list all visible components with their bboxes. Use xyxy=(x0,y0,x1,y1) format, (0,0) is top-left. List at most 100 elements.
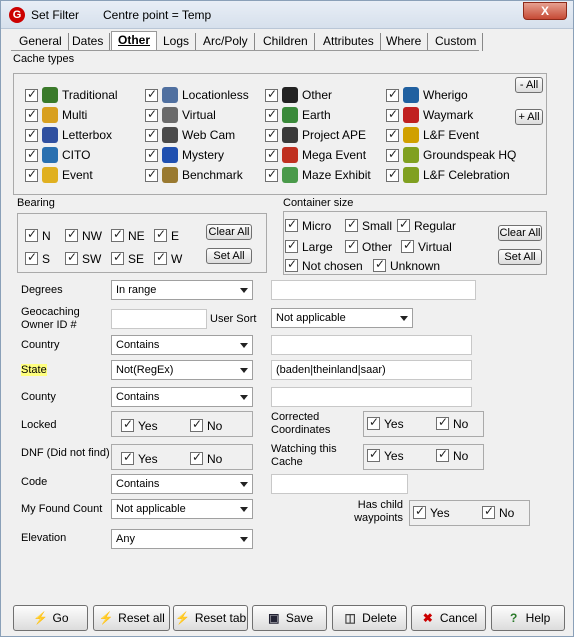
bearing-sw-checkbox[interactable]: SW xyxy=(65,250,101,267)
child-waypoints-no-checkbox[interactable]: No xyxy=(482,504,514,521)
go-button[interactable]: ⚡ Go xyxy=(13,605,88,631)
cache-type-benchmark-checkbox[interactable]: Benchmark xyxy=(145,167,243,183)
elevation-value: Any xyxy=(116,533,135,545)
cache-type-wherigo-checkbox[interactable]: Wherigo xyxy=(386,87,468,103)
container-micro-checkbox[interactable]: Micro xyxy=(285,217,331,234)
tab-dates[interactable]: Dates xyxy=(66,33,111,51)
county-text-input[interactable] xyxy=(271,387,472,407)
tab-other[interactable]: Other xyxy=(111,31,158,51)
cache-type-cito-checkbox[interactable]: CITO xyxy=(25,147,90,163)
code-text-input[interactable] xyxy=(271,474,408,494)
maze-icon xyxy=(282,167,298,183)
child-waypoints-yes-checkbox[interactable]: Yes xyxy=(413,504,450,521)
locked-no-checkbox[interactable]: No xyxy=(190,417,222,434)
bearing-clear-all-button[interactable]: Clear All xyxy=(206,224,252,240)
benchmark-icon xyxy=(162,167,178,183)
minus-all-button[interactable]: - All xyxy=(515,77,543,93)
container-other-checkbox[interactable]: Other xyxy=(345,238,392,255)
checkbox-box xyxy=(265,167,278,182)
corrected-yes-checkbox[interactable]: Yes xyxy=(367,415,404,432)
trash-icon: ◫ xyxy=(344,611,356,625)
tab-attributes[interactable]: Attributes xyxy=(317,33,381,51)
chevron-down-icon xyxy=(240,395,248,400)
cache-type-locationless-checkbox[interactable]: Locationless xyxy=(145,87,249,103)
close-button[interactable]: X xyxy=(523,2,567,20)
container-set-all-button[interactable]: Set All xyxy=(498,249,542,265)
cache-type-maze-exhibit-checkbox[interactable]: Maze Exhibit xyxy=(265,167,371,183)
cache-type-mega-event-checkbox[interactable]: Mega Event xyxy=(265,147,366,163)
container-large-checkbox[interactable]: Large xyxy=(285,238,333,255)
bearing-w-checkbox[interactable]: W xyxy=(154,250,182,267)
container-virtual-checkbox[interactable]: Virtual xyxy=(401,238,452,255)
watching-no-checkbox[interactable]: No xyxy=(436,447,468,464)
country-text-input[interactable] xyxy=(271,335,472,355)
degrees-text-input[interactable] xyxy=(271,280,476,300)
save-button[interactable]: ▣ Save xyxy=(252,605,327,631)
country-select[interactable]: Contains xyxy=(111,335,253,355)
degrees-select[interactable]: In range xyxy=(111,280,253,300)
checkbox-box xyxy=(25,127,38,142)
cache-type-event-checkbox[interactable]: Event xyxy=(25,167,93,183)
checkbox-box xyxy=(145,107,158,122)
dnf-no-checkbox[interactable]: No xyxy=(190,450,222,467)
code-select[interactable]: Contains xyxy=(111,474,253,494)
cache-type-web-cam-checkbox[interactable]: Web Cam xyxy=(145,127,235,143)
tab-arc-poly[interactable]: Arc/Poly xyxy=(197,33,255,51)
owner-id-input[interactable] xyxy=(111,309,207,329)
reset-all-button[interactable]: ⚡ Reset all xyxy=(93,605,170,631)
chevron-down-icon xyxy=(240,368,248,373)
cache-type-mystery-checkbox[interactable]: Mystery xyxy=(145,147,224,163)
tab-where[interactable]: Where xyxy=(380,33,429,51)
found-count-select[interactable]: Not applicable xyxy=(111,499,253,519)
bearing-set-all-button[interactable]: Set All xyxy=(206,248,252,264)
title-bar: G Set Filter Centre point = Temp X xyxy=(1,1,573,29)
locationless-icon xyxy=(162,87,178,103)
cache-type-label: Waymark xyxy=(423,108,474,122)
bearing-se-checkbox[interactable]: SE xyxy=(111,250,144,267)
delete-button[interactable]: ◫ Delete xyxy=(332,605,407,631)
state-select[interactable]: Not(RegEx) xyxy=(111,360,253,380)
cache-type-earth-checkbox[interactable]: Earth xyxy=(265,107,331,123)
cache-type-letterbox-checkbox[interactable]: Letterbox xyxy=(25,127,112,143)
cache-type-traditional-checkbox[interactable]: Traditional xyxy=(25,87,118,103)
tab-logs[interactable]: Logs xyxy=(157,33,197,51)
plus-all-button[interactable]: + All xyxy=(515,109,543,125)
container-regular-checkbox[interactable]: Regular xyxy=(397,217,456,234)
bearing-e-checkbox[interactable]: E xyxy=(154,227,179,244)
cache-type-multi-checkbox[interactable]: Multi xyxy=(25,107,87,123)
chevron-down-icon xyxy=(240,507,248,512)
bearing-s-checkbox[interactable]: S xyxy=(25,250,50,267)
help-button[interactable]: ? Help xyxy=(491,605,565,631)
tab-custom[interactable]: Custom xyxy=(429,33,484,51)
user-sort-select[interactable]: Not applicable xyxy=(271,308,413,328)
locked-yes-checkbox[interactable]: Yes xyxy=(121,417,158,434)
checkbox-box xyxy=(121,417,134,433)
checkbox-box xyxy=(386,127,399,142)
cache-type-l-f-event-checkbox[interactable]: L&F Event xyxy=(386,127,479,143)
bearing-n-checkbox[interactable]: N xyxy=(25,227,51,244)
cache-type-project-ape-checkbox[interactable]: Project APE xyxy=(265,127,366,143)
cancel-button[interactable]: ✖ Cancel xyxy=(411,605,486,631)
cache-type-groundspeak-hq-checkbox[interactable]: Groundspeak HQ xyxy=(386,147,516,163)
cache-type-l-f-celebration-checkbox[interactable]: L&F Celebration xyxy=(386,167,510,183)
tab-children[interactable]: Children xyxy=(257,33,315,51)
cache-type-waymark-checkbox[interactable]: Waymark xyxy=(386,107,473,123)
cache-type-virtual-checkbox[interactable]: Virtual xyxy=(145,107,216,123)
container-small-checkbox[interactable]: Small xyxy=(345,217,392,234)
container-unknown-checkbox[interactable]: Unknown xyxy=(373,257,440,274)
bearing-nw-checkbox[interactable]: NW xyxy=(65,227,102,244)
tab-general[interactable]: General xyxy=(13,33,69,51)
corrected-no-checkbox[interactable]: No xyxy=(436,415,468,432)
degrees-label: Degrees xyxy=(21,284,63,296)
county-select[interactable]: Contains xyxy=(111,387,253,407)
reset-tab-button[interactable]: ⚡ Reset tab xyxy=(173,605,248,631)
checkbox-box xyxy=(397,217,410,233)
dnf-yes-checkbox[interactable]: Yes xyxy=(121,450,158,467)
cache-type-other-checkbox[interactable]: Other xyxy=(265,87,332,103)
state-text-input[interactable]: (baden|theinland|saar) xyxy=(271,360,472,380)
elevation-select[interactable]: Any xyxy=(111,529,253,549)
bearing-ne-checkbox[interactable]: NE xyxy=(111,227,145,244)
container-not-chosen-checkbox[interactable]: Not chosen xyxy=(285,257,363,274)
watching-yes-checkbox[interactable]: Yes xyxy=(367,447,404,464)
container-clear-all-button[interactable]: Clear All xyxy=(498,225,542,241)
